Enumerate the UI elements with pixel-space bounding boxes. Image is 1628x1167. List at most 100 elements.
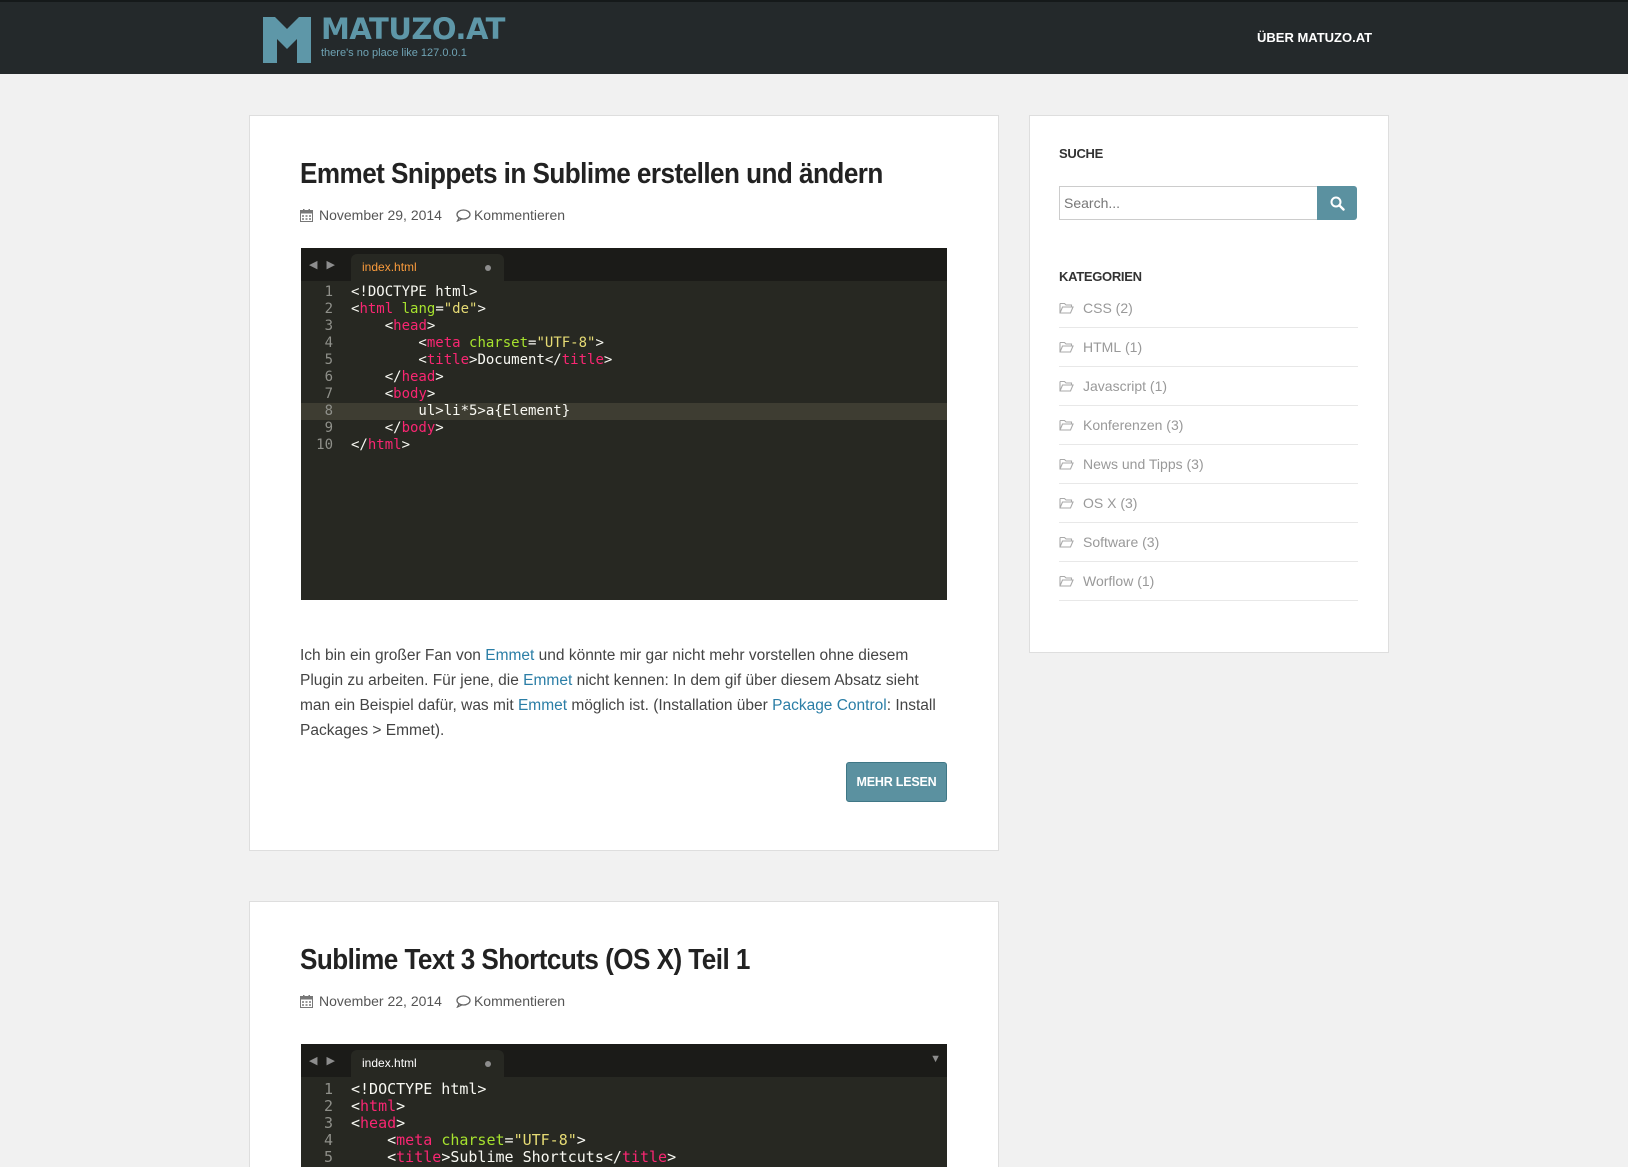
category-item[interactable]: Konferenzen (3) <box>1059 406 1358 445</box>
logo-m-icon <box>263 17 311 63</box>
line-number: 1 <box>323 1080 333 1098</box>
unsaved-dot-icon <box>485 265 491 271</box>
code-line: 10 </html> <box>301 437 947 454</box>
editor-tab: index.html <box>351 1050 504 1077</box>
code-line: 9 </body> <box>301 420 947 437</box>
line-content: <!DOCTYPE html> <box>351 284 478 300</box>
folder-icon <box>1059 536 1074 548</box>
line-number: 9 <box>324 420 333 436</box>
code-line: 8 ul>li*5>a{Element} <box>301 403 947 420</box>
line-number: 2 <box>323 1097 333 1115</box>
folder-icon <box>1059 458 1074 470</box>
nav-about-link[interactable]: ÜBER MATUZO.AT <box>1257 30 1372 45</box>
calendar-icon <box>300 994 313 1008</box>
code-line: 5 <title>Sublime Shortcuts</title> <box>301 1148 947 1166</box>
code-area: 1 <!DOCTYPE html> 2 <html lang="de"> 3 <head… <box>301 281 947 454</box>
line-content: <meta charset="UTF-8"> <box>351 1131 586 1149</box>
line-number: 8 <box>324 403 333 419</box>
folder-icon <box>1059 419 1074 431</box>
code-line: 4 <meta charset="UTF-8"> <box>301 335 947 352</box>
post-title[interactable]: Emmet Snippets in Sublime erstellen und … <box>300 158 883 191</box>
category-count: (1) <box>1146 378 1168 394</box>
code-line: 7 <body> <box>301 386 947 403</box>
editor-tab-name: index.html <box>362 260 417 274</box>
line-content: </html> <box>351 437 411 453</box>
site-logo[interactable]: MATUZO.AT there's no place like 127.0.0.… <box>261 13 505 65</box>
comments-link[interactable]: Kommentieren <box>474 993 565 1009</box>
line-content: <head> <box>351 1114 406 1132</box>
excerpt-text: Ich bin ein großer Fan von <box>300 647 486 664</box>
search-widget-title: SUCHE <box>1059 146 1104 161</box>
excerpt-link[interactable]: Package Control <box>772 697 887 714</box>
category-count: (3) <box>1138 534 1160 550</box>
folder-icon <box>1059 341 1074 353</box>
post-meta: November 29, 2014 Kommentieren <box>300 207 565 223</box>
read-more-button[interactable]: MEHR LESEN <box>846 762 947 802</box>
folder-icon <box>1059 302 1074 314</box>
line-content: <title>Document</title> <box>351 352 613 368</box>
post-meta: November 22, 2014 Kommentieren <box>300 993 565 1009</box>
excerpt-link[interactable]: Emmet <box>485 647 534 664</box>
post-title[interactable]: Sublime Text 3 Shortcuts (OS X) Teil 1 <box>300 944 750 977</box>
line-number: 1 <box>324 284 333 300</box>
category-count: (2) <box>1111 300 1133 316</box>
post-card: Emmet Snippets in Sublime erstellen und … <box>249 115 999 851</box>
code-editor-gif: ◀ ▶ index.html 1 <!DOCTYPE html> 2 <html la… <box>301 248 947 600</box>
search-input[interactable] <box>1059 186 1317 220</box>
category-item[interactable]: Javascript (1) <box>1059 367 1358 406</box>
category-name: Konferenzen <box>1083 417 1163 433</box>
category-name: CSS <box>1083 300 1112 316</box>
category-item[interactable]: Software (3) <box>1059 523 1358 562</box>
line-number: 3 <box>323 1114 333 1132</box>
category-name: OS X <box>1083 495 1117 511</box>
category-name: Software <box>1083 534 1139 550</box>
code-line: 3 <head> <box>301 318 947 335</box>
line-number: 6 <box>324 369 333 385</box>
category-item[interactable]: News und Tipps (3) <box>1059 445 1358 484</box>
line-content: <!DOCTYPE html> <box>351 1080 487 1098</box>
line-content: <title>Sublime Shortcuts</title> <box>351 1148 677 1166</box>
category-item[interactable]: HTML (1) <box>1059 328 1358 367</box>
line-number: 5 <box>323 1148 333 1166</box>
line-content: <head> <box>351 318 436 334</box>
site-tagline: there's no place like 127.0.0.1 <box>321 47 467 59</box>
folder-icon <box>1059 380 1074 392</box>
line-number: 7 <box>324 386 333 402</box>
excerpt-link[interactable]: Emmet <box>518 697 567 714</box>
category-name: Worflow <box>1083 573 1134 589</box>
line-number: 4 <box>323 1131 333 1149</box>
search-form <box>1059 186 1357 220</box>
post-excerpt: Ich bin ein großer Fan von Emmet und kön… <box>300 643 950 743</box>
code-line: 4 <meta charset="UTF-8"> <box>301 1131 947 1149</box>
comments-link[interactable]: Kommentieren <box>474 207 565 223</box>
post-date[interactable]: November 29, 2014 <box>319 207 442 223</box>
line-content: </head> <box>351 369 444 385</box>
category-item[interactable]: OS X (3) <box>1059 484 1358 523</box>
categories-widget-title: KATEGORIEN <box>1059 269 1142 284</box>
line-number: 5 <box>324 352 333 368</box>
code-line: 1 <!DOCTYPE html> <box>301 284 947 301</box>
excerpt-link[interactable]: Emmet <box>523 672 572 689</box>
line-content: <html lang="de"> <box>351 301 486 317</box>
calendar-icon <box>300 208 313 222</box>
excerpt-text: möglich ist. (Installation über <box>567 697 773 714</box>
category-item[interactable]: CSS (2) <box>1059 289 1358 328</box>
site-header: MATUZO.AT there's no place like 127.0.0.… <box>0 0 1628 74</box>
code-line: 2 <html lang="de"> <box>301 301 947 318</box>
post-date[interactable]: November 22, 2014 <box>319 993 442 1009</box>
category-item[interactable]: Worflow (1) <box>1059 562 1358 601</box>
category-name: HTML <box>1083 339 1122 355</box>
category-list: CSS (2) HTML (1) Javascript (1) Konferenzen… <box>1059 289 1358 601</box>
category-name: News und Tipps <box>1083 456 1183 472</box>
search-button[interactable] <box>1317 186 1357 220</box>
comment-icon <box>456 994 471 1008</box>
tab-nav-arrows-icon: ◀ ▶ <box>309 259 338 271</box>
folder-icon <box>1059 575 1074 587</box>
code-line: 6 </head> <box>301 369 947 386</box>
line-content: <body> <box>351 386 436 402</box>
line-number: 10 <box>316 437 333 453</box>
category-count: (1) <box>1121 339 1143 355</box>
category-count: (3) <box>1182 456 1204 472</box>
line-number: 2 <box>324 301 333 317</box>
post-card: Sublime Text 3 Shortcuts (OS X) Teil 1 N… <box>249 901 999 1167</box>
